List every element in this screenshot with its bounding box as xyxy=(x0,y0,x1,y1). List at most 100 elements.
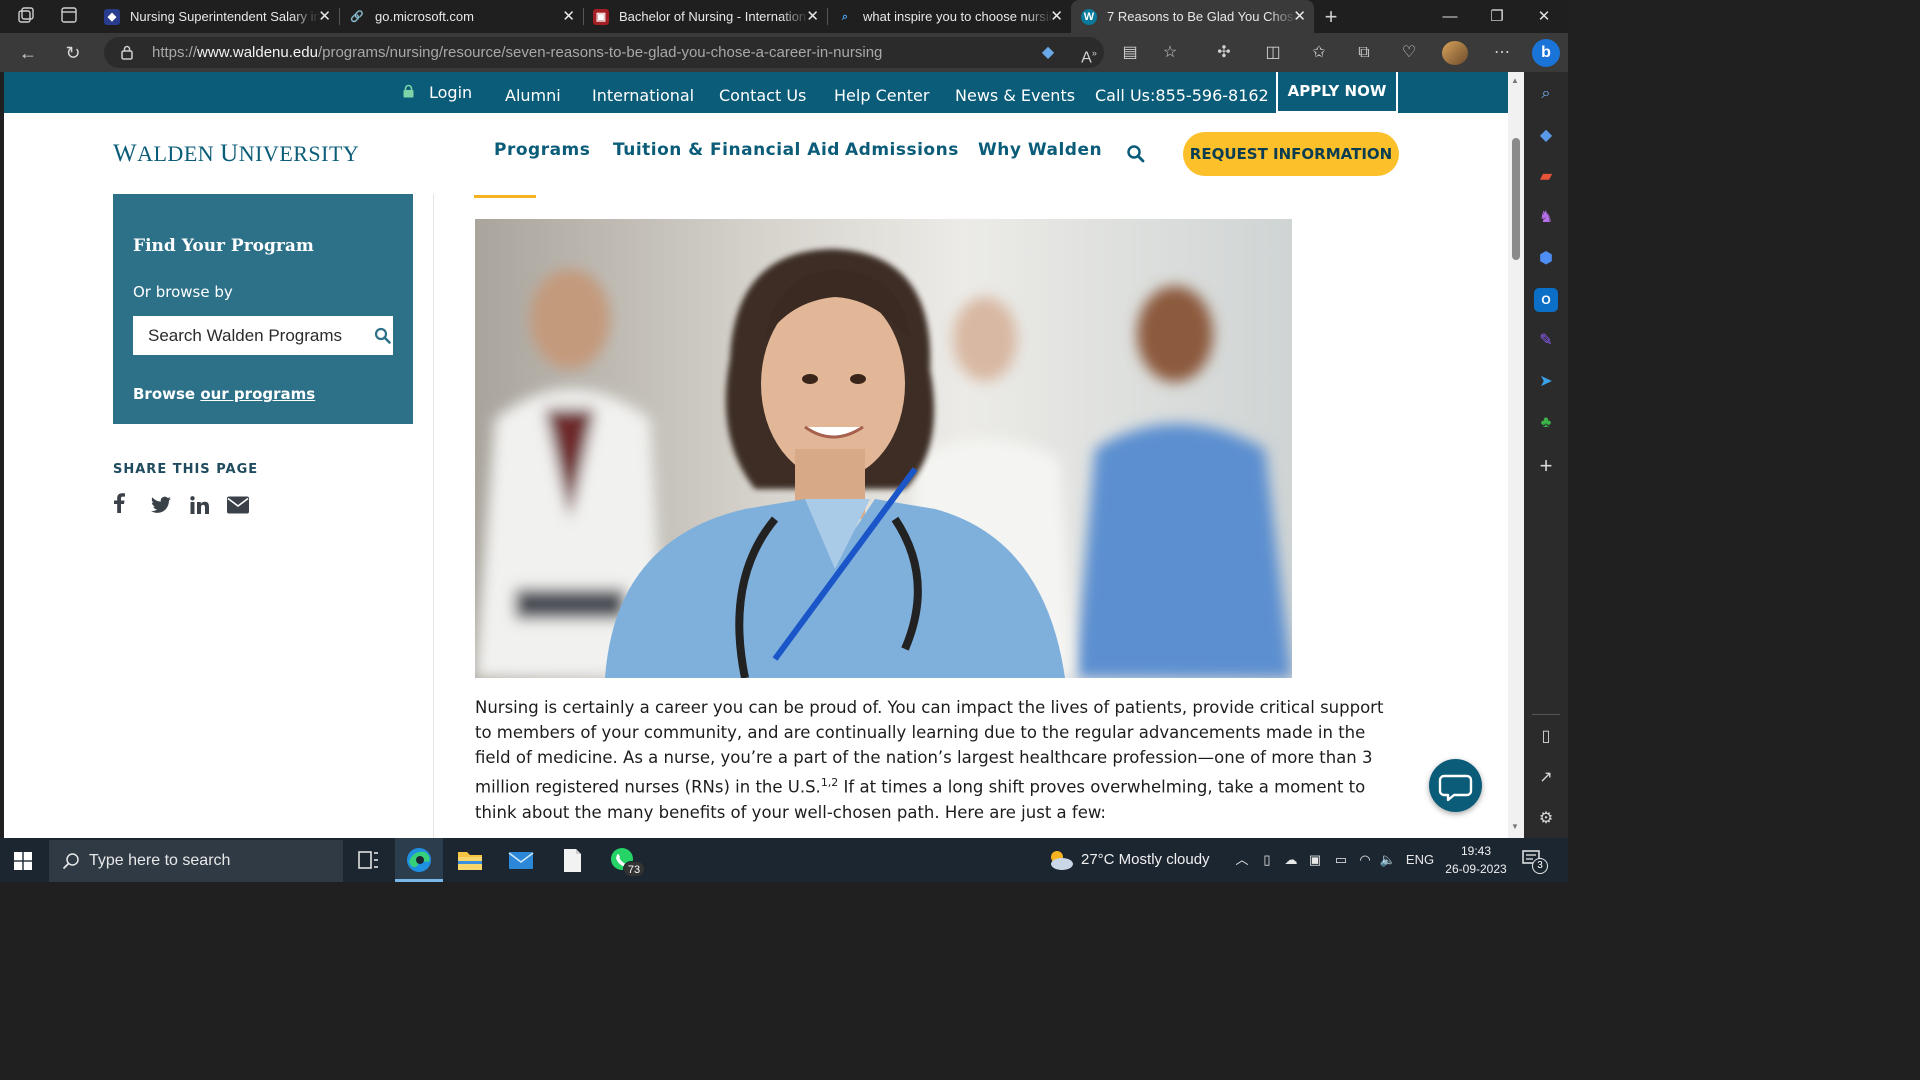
close-window-icon[interactable]: ✕ xyxy=(1521,0,1567,33)
close-tab-icon[interactable]: ✕ xyxy=(1050,0,1063,33)
whatsapp-app-icon[interactable]: 73 xyxy=(599,838,647,882)
collections-icon[interactable]: ⧉ xyxy=(1351,41,1377,65)
restore-icon[interactable]: ❐ xyxy=(1474,0,1520,33)
contact-us-link[interactable]: Contact Us xyxy=(719,72,806,113)
email-envelope-icon[interactable] xyxy=(227,495,249,515)
taskbar-search-box[interactable]: Type here to search xyxy=(49,840,343,882)
article-intro-paragraph: Nursing is certainly a career you can be… xyxy=(475,698,1384,822)
nav-admissions[interactable]: Admissions xyxy=(845,140,959,160)
program-search-input[interactable] xyxy=(133,316,393,355)
chat-button[interactable] xyxy=(1429,759,1482,812)
walden-w-icon: W xyxy=(1081,9,1097,25)
sidebar-search-icon[interactable]: ⌕ xyxy=(1534,82,1558,106)
more-menu-icon[interactable]: ⋯ xyxy=(1489,41,1515,65)
nav-tuition[interactable]: Tuition & Financial Aid xyxy=(613,140,840,160)
workspaces-icon[interactable] xyxy=(15,6,37,28)
nav-programs[interactable]: Programs xyxy=(494,140,590,160)
favorite-star-icon[interactable]: ☆ xyxy=(1157,41,1183,65)
address-bar[interactable]: https://www.waldenu.edu/programs/nursing… xyxy=(104,37,1104,68)
tab-actions-icon[interactable] xyxy=(58,6,80,28)
split-screen-icon[interactable]: ◫ xyxy=(1260,41,1286,65)
tray-device-icon[interactable]: ▯ xyxy=(1258,838,1276,882)
minimize-icon[interactable]: — xyxy=(1427,0,1473,33)
tray-wifi-icon[interactable]: ◠ xyxy=(1355,838,1375,882)
sidebar-games-icon[interactable]: ♞ xyxy=(1534,206,1558,230)
tab-bachelor-nursing[interactable]: ▣ Bachelor of Nursing - Internation ✕ xyxy=(583,0,827,33)
favorites-icon[interactable]: ✩ xyxy=(1306,41,1332,65)
notification-center-icon[interactable]: 3 xyxy=(1522,850,1550,874)
clock-date: 26-09-2023 xyxy=(1445,862,1507,876)
close-tab-icon[interactable]: ✕ xyxy=(562,0,575,33)
tray-onedrive-icon[interactable]: ☁ xyxy=(1280,838,1302,882)
apply-now-button[interactable]: APPLY NOW xyxy=(1276,72,1398,113)
health-heart-icon[interactable]: ♡ xyxy=(1396,41,1422,65)
call-us-link[interactable]: Call Us:855-596-8162 xyxy=(1095,72,1269,113)
input-language[interactable]: ENG xyxy=(1403,838,1437,882)
tab-7-reasons[interactable]: W 7 Reasons to Be Glad You Chose ✕ xyxy=(1071,0,1314,33)
extensions-icon[interactable]: ✣ xyxy=(1211,41,1237,65)
walden-logo[interactable]: WALDEN UNIVERSITY xyxy=(113,140,359,168)
citation-superscript[interactable]: 1,2 xyxy=(821,776,839,789)
utility-bar: Login Alumni International Contact Us He… xyxy=(4,72,1508,113)
new-tab-icon[interactable]: + xyxy=(1320,6,1342,28)
read-aloud-icon[interactable]: A» xyxy=(1076,41,1102,66)
sidebar-tools-icon[interactable]: ▰ xyxy=(1534,165,1558,189)
bing-copilot-icon[interactable]: b xyxy=(1532,39,1560,67)
sidebar-settings-icon[interactable]: ⚙ xyxy=(1534,807,1558,831)
profile-avatar[interactable] xyxy=(1442,41,1468,65)
refresh-icon[interactable]: ↻ xyxy=(60,40,86,66)
coupon-tag-icon[interactable]: ◆ xyxy=(1035,41,1061,65)
browse-programs-line: Browse our programs xyxy=(133,385,316,403)
site-search-icon[interactable] xyxy=(1126,144,1146,164)
close-tab-icon[interactable]: ✕ xyxy=(1293,0,1306,33)
sidebar-designer-icon[interactable]: ✎ xyxy=(1534,329,1558,353)
mail-app-icon[interactable] xyxy=(497,838,545,882)
alumni-link[interactable]: Alumni xyxy=(505,72,561,113)
facebook-icon[interactable] xyxy=(113,493,125,513)
edge-app-icon[interactable] xyxy=(395,838,443,882)
tab-bing-search[interactable]: ⌕ what inspire you to choose nursin ✕ xyxy=(827,0,1071,33)
tray-battery-icon[interactable]: ▭ xyxy=(1330,838,1352,882)
tab-nursing-superintendent[interactable]: ◆ Nursing Superintendent Salary in ✕ xyxy=(94,0,339,33)
whatsapp-unread-badge: 73 xyxy=(623,861,645,877)
linkedin-icon[interactable] xyxy=(190,495,209,515)
sidebar-toggle-icon[interactable]: ▯ xyxy=(1534,725,1558,749)
sidebar-outlook-icon[interactable]: O xyxy=(1534,288,1558,312)
page-scrollbar[interactable]: ▲ ▼ xyxy=(1508,72,1524,838)
twitter-icon[interactable] xyxy=(151,495,171,515)
tab-go-microsoft[interactable]: 🔗 go.microsoft.com ✕ xyxy=(339,0,583,33)
our-programs-link[interactable]: our programs xyxy=(200,385,315,403)
help-center-link[interactable]: Help Center xyxy=(834,72,929,113)
program-search-icon[interactable] xyxy=(374,327,391,344)
tray-camera-icon[interactable]: ▣ xyxy=(1305,838,1325,882)
lock-icon[interactable] xyxy=(120,44,134,60)
scroll-down-icon[interactable]: ▼ xyxy=(1511,822,1519,831)
scroll-up-icon[interactable]: ▲ xyxy=(1511,76,1519,85)
tray-volume-icon[interactable]: 🔈 xyxy=(1378,838,1398,882)
task-view-icon[interactable] xyxy=(344,838,392,882)
file-explorer-icon[interactable] xyxy=(446,838,494,882)
sidebar-add-icon[interactable]: + xyxy=(1534,454,1558,478)
weather-cloudy-icon[interactable] xyxy=(1045,848,1075,872)
news-events-link[interactable]: News & Events xyxy=(955,72,1075,113)
international-link[interactable]: International xyxy=(592,72,694,113)
sidebar-tree-icon[interactable]: ♣ xyxy=(1534,411,1558,435)
login-link[interactable]: Login xyxy=(429,72,472,113)
sidebar-external-icon[interactable]: ↗ xyxy=(1534,766,1558,790)
immersive-reader-icon[interactable]: ▤ xyxy=(1117,41,1143,65)
sidebar-shopping-icon[interactable]: ◆ xyxy=(1534,124,1558,148)
nav-why-walden[interactable]: Why Walden xyxy=(978,140,1102,160)
windows-start-icon[interactable] xyxy=(14,852,32,870)
weather-text[interactable]: 27°C Mostly cloudy xyxy=(1081,851,1210,868)
close-tab-icon[interactable]: ✕ xyxy=(806,0,819,33)
sidebar-microsoft365-icon[interactable]: ⬢ xyxy=(1534,247,1558,271)
hero-image-nurses xyxy=(475,219,1292,678)
scroll-thumb[interactable] xyxy=(1512,138,1520,260)
clock[interactable]: 19:43 26-09-2023 xyxy=(1443,842,1509,878)
tray-overflow-icon[interactable]: ︿ xyxy=(1232,838,1252,882)
document-app-icon[interactable] xyxy=(548,838,596,882)
back-icon[interactable]: ← xyxy=(15,40,41,66)
close-tab-icon[interactable]: ✕ xyxy=(318,0,331,33)
sidebar-send-icon[interactable]: ➤ xyxy=(1534,370,1558,394)
request-information-button[interactable]: REQUEST INFORMATION xyxy=(1183,132,1399,176)
